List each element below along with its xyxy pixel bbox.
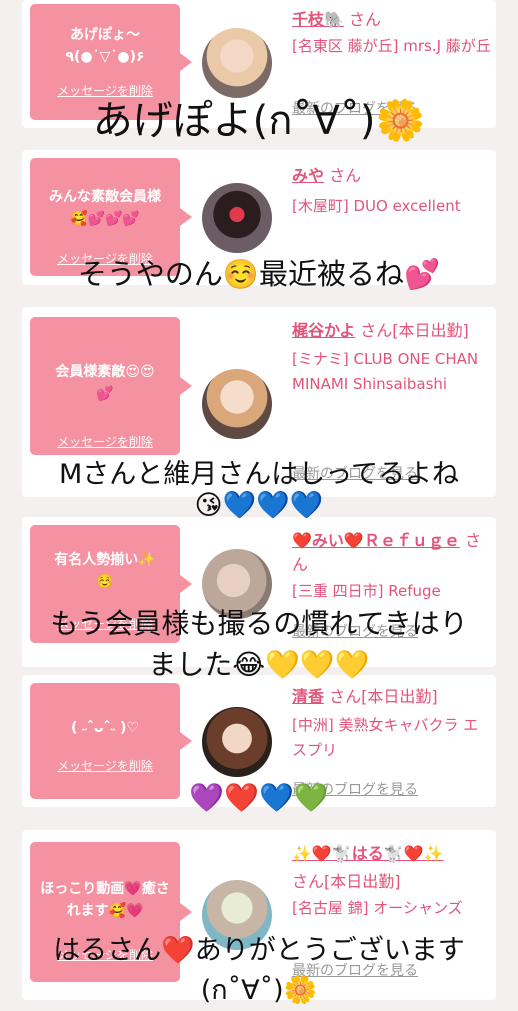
message-bubble: 会員様素敵😍😍 💕 メッセージを削除 [30, 317, 192, 455]
member-name[interactable]: みや [292, 166, 324, 185]
member-info: 清香 さん[本日出勤] [中洲] 美熟女キャバクラ エスプリ [292, 683, 492, 763]
bubble-message: 会員様素敵😍😍 💕 [55, 364, 155, 402]
honorific: さん[本日出勤] [329, 687, 438, 706]
overlay-caption: 😘💙💙💙 [194, 490, 324, 521]
member-info: ❤️みい❤️Ｒｅｆｕｇｅ さん [三重 四日市] Refuge [292, 527, 492, 604]
honorific: さん[本日出勤] [360, 321, 469, 340]
delete-message-link[interactable]: メッセージを削除 [30, 757, 180, 774]
overlay-caption: はるさん❤️ありがとうございます [53, 935, 465, 966]
delete-message-link[interactable]: メッセージを削除 [30, 433, 180, 450]
bubble-message: 有名人勢揃い✨ ☺️ [54, 552, 156, 590]
overlay-caption: そうやのん☺️最近被るね💕 [77, 257, 441, 291]
overlay-caption: ました😂💛💛💛 [148, 648, 370, 681]
member-info: 千枝🐘 さん [名東区 藤が丘] mrs.J 藤が丘 [292, 6, 492, 59]
shop-info: [ミナミ] CLUB ONE CHAN MINAMI Shinsaibashi [292, 350, 479, 393]
honorific: さん [349, 10, 382, 29]
member-name[interactable]: 梶谷かよ [292, 321, 355, 340]
overlay-caption: (ก˚∀˚)🌼 [200, 975, 318, 1006]
member-name[interactable]: ❤️みい❤️Ｒｅｆｕｇｅ [292, 531, 460, 550]
member-name[interactable]: ✨❤️🐩はる🐩❤️✨ [292, 844, 444, 863]
member-info: みや さん [木屋町] DUO excellent [292, 162, 492, 219]
bubble-message: みんな素敵会員様 🥰💕💕💕 [49, 189, 161, 227]
overlay-caption: Mさんと維月さんはしってるよね [59, 459, 459, 490]
avatar[interactable] [202, 183, 272, 253]
bubble-message: ( ˶ˆᴗˆ˵ )♡ [70, 720, 140, 736]
shop-info: [名東区 藤が丘] mrs.J 藤が丘 [292, 37, 491, 55]
overlay-caption: もう会員様も撮るの慣れてきはり [50, 607, 468, 640]
bubble-message: ほっこり動画💗癒されます🥰💗 [40, 881, 170, 919]
avatar[interactable] [202, 369, 272, 439]
overlay-caption: 💜❤️💙💚 [189, 781, 329, 814]
honorific: さん [329, 166, 362, 185]
member-name[interactable]: 千枝🐘 [292, 10, 344, 29]
member-name[interactable]: 清香 [292, 687, 324, 706]
honorific: さん[本日出勤] [292, 872, 401, 891]
shop-info: [木屋町] DUO excellent [292, 197, 461, 215]
member-info: 梶谷かよ さん[本日出勤] [ミナミ] CLUB ONE CHAN MINAMI… [292, 317, 492, 397]
shop-info: [三重 四日市] Refuge [292, 582, 441, 600]
avatar[interactable] [202, 707, 272, 777]
shop-info: [名古屋 錦] オーシャンズ [292, 899, 463, 917]
shop-info: [中洲] 美熟女キャバクラ エスプリ [292, 716, 479, 759]
overlay-caption: あげぽよ(ก˚∀˚)🌼 [92, 98, 426, 144]
bubble-message: あげぽょ〜 ٩(●˙▽˙●)۶ [65, 27, 145, 65]
member-info: ✨❤️🐩はる🐩❤️✨ さん[本日出勤] [名古屋 錦] オーシャンズ [292, 840, 492, 921]
